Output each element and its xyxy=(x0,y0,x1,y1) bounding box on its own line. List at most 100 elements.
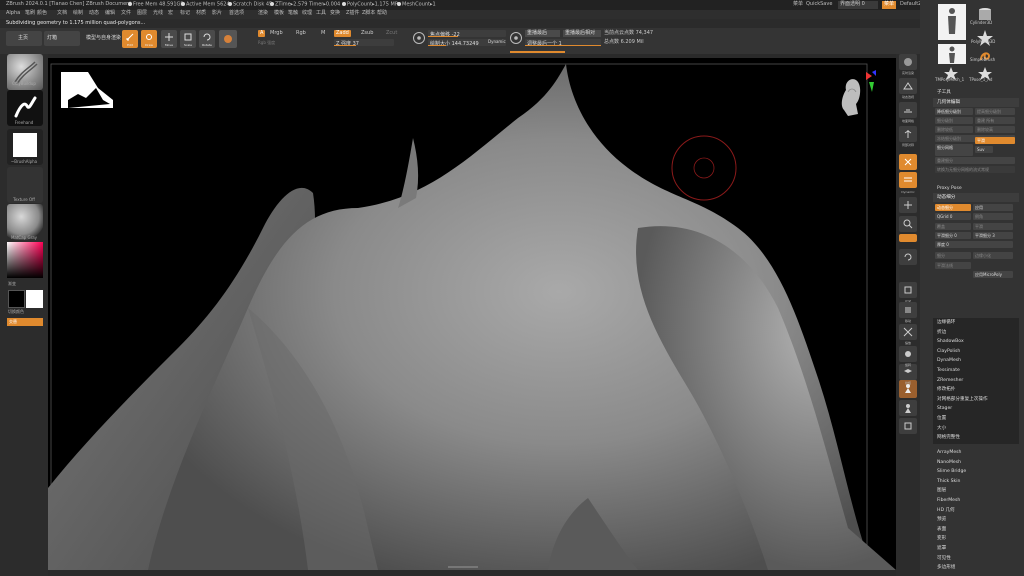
geometry-list-item[interactable]: 位置 xyxy=(933,414,1019,423)
solo-button[interactable] xyxy=(899,346,917,362)
tool-thumb-simplebrush[interactable]: SimpleBrush xyxy=(970,48,998,64)
shadow-button[interactable] xyxy=(899,418,917,434)
xyz-button[interactable] xyxy=(899,154,917,170)
tool-thumb-current[interactable] xyxy=(938,4,966,40)
menu-item[interactable]: 颜色 xyxy=(37,11,47,16)
adjust-last-slider[interactable]: 调整最后一个 1 xyxy=(525,39,601,47)
tool-palette-item[interactable]: 图层 xyxy=(933,486,1019,495)
canvas-viewport[interactable] xyxy=(48,58,896,570)
geometry-header[interactable]: 几何体编辑 xyxy=(933,98,1019,107)
geometry-list-item[interactable]: ClayPolish xyxy=(933,346,1019,356)
subtool-header[interactable]: 子工具 xyxy=(933,88,1019,97)
tool-palette-item[interactable]: 遮罩 xyxy=(933,544,1019,553)
tool-palette-item[interactable]: Thick Skin xyxy=(933,477,1019,486)
quicksave-button[interactable]: QuickSave xyxy=(806,2,832,7)
zadd-toggle[interactable]: Zadd xyxy=(334,30,351,37)
higher-res-button[interactable]: 提高细分级别 xyxy=(975,108,1015,115)
material-sphere-button[interactable] xyxy=(219,30,237,48)
menu-item[interactable]: 工具 xyxy=(316,11,326,16)
apply-dynamic-button[interactable]: 应用 xyxy=(973,204,1013,211)
flat-subdiv-slider[interactable]: 平滑细分 0 xyxy=(935,232,971,239)
menu-item[interactable]: 渲染 xyxy=(258,11,268,16)
del-lower-button[interactable]: 删除较低 xyxy=(935,126,973,133)
secondary-color-swatch[interactable] xyxy=(26,290,43,308)
geometry-list-item[interactable]: 折边 xyxy=(933,327,1019,337)
geometry-list-item[interactable]: ZRemesher xyxy=(933,375,1019,385)
tool-thumb-tmpolymesh[interactable]: TMPolyMesh_1 xyxy=(935,66,964,82)
bpr-render-button[interactable] xyxy=(899,54,917,70)
thickness-slider[interactable]: 厚度 0 xyxy=(935,241,1013,248)
move-button[interactable]: Move xyxy=(161,30,177,48)
zcut-toggle[interactable]: Zcut xyxy=(386,31,397,36)
tool-thumb-tpose[interactable]: TPose_1_Ad xyxy=(969,66,998,82)
smt-toggle[interactable]: 平滑 xyxy=(975,137,1015,144)
lightbox-button[interactable]: 灯箱 xyxy=(44,31,80,46)
z-intensity-slider[interactable]: Z 强度 37 xyxy=(334,39,394,47)
dynamic-subdiv-header[interactable]: 动态细分 xyxy=(933,193,1019,202)
menu-item[interactable]: Z脚本 xyxy=(362,11,375,16)
geometry-list-item[interactable]: DynaMesh xyxy=(933,356,1019,366)
menu-item[interactable]: 纹理 xyxy=(302,11,312,16)
reconstruct-subdiv-button[interactable]: 重建细分 xyxy=(935,157,1015,164)
tool-palette-item[interactable]: HD 几何 xyxy=(933,506,1019,515)
rgb-toggle[interactable]: Rgb xyxy=(296,31,306,36)
tool-thumb-subtool[interactable] xyxy=(938,44,966,64)
menu-item[interactable]: Z插件 xyxy=(346,11,359,16)
divide-button[interactable]: 细分网格 xyxy=(935,144,973,156)
edit-button[interactable]: Edit xyxy=(122,30,138,48)
m-toggle[interactable]: M xyxy=(321,31,325,36)
geometry-list-item[interactable]: ShadowBox xyxy=(933,337,1019,347)
alternate-button[interactable]: 交替 xyxy=(7,318,43,326)
menu-item[interactable]: 动态 xyxy=(89,11,99,16)
projects-button[interactable]: 主页 xyxy=(6,31,42,46)
switch-color-button[interactable]: 切换颜色 xyxy=(8,310,24,314)
smooth-subdiv-slider[interactable]: 平滑细分 3 xyxy=(973,232,1013,239)
menu-item[interactable]: 绘制 xyxy=(73,11,83,16)
a-toggle[interactable]: A xyxy=(258,30,266,37)
proxy-pose-section[interactable]: Proxy Pose xyxy=(933,184,1019,193)
menu-item[interactable]: Alpha xyxy=(6,11,20,16)
zoom-view-button[interactable] xyxy=(899,216,917,232)
move-view-button[interactable] xyxy=(899,197,917,213)
menu-button[interactable]: 菜单 xyxy=(882,1,896,9)
subdiv-section[interactable]: 细分 xyxy=(935,252,971,259)
menus-toggle[interactable]: 菜单 xyxy=(793,2,803,7)
lazy-mouse-button[interactable] xyxy=(413,32,425,44)
focal-shift-slider[interactable]: 焦点偏移 -22 xyxy=(428,30,506,38)
menu-item[interactable]: 文件 xyxy=(121,11,131,16)
zsub-toggle[interactable]: Zsub xyxy=(361,31,373,36)
geometry-list-item[interactable]: 网格完整性 xyxy=(933,433,1019,443)
persp-button[interactable] xyxy=(899,78,917,94)
tool-palette-item[interactable]: 表面 xyxy=(933,525,1019,534)
edge-minimize-toggle[interactable]: 边缘小化 xyxy=(973,252,1013,259)
menu-item[interactable]: 首选项 xyxy=(229,11,244,16)
geometry-list-item[interactable]: 对网格部分重复上次操作 xyxy=(933,394,1019,404)
tool-palette-item[interactable]: 变形 xyxy=(933,534,1019,543)
dynamic-toggle[interactable]: Dynamic xyxy=(488,40,506,44)
frame-button[interactable] xyxy=(899,282,917,298)
sdiv-slider[interactable]: 细分级别 xyxy=(935,117,973,124)
suv-toggle[interactable]: Suv xyxy=(975,146,993,153)
reconstruct-all-button[interactable]: 重建 所有 xyxy=(975,117,1015,124)
polyframe-button[interactable] xyxy=(899,324,917,340)
menu-item[interactable]: 笔触 xyxy=(288,11,298,16)
dynamic-subdiv-toggle[interactable]: 动态细分 xyxy=(935,204,971,211)
tool-thumb-cylinder[interactable]: Cylinder3D xyxy=(970,4,998,25)
apply-micropoly-button[interactable]: 应用MicroPoly xyxy=(973,271,1013,278)
tool-palette-item[interactable]: ArrayMesh xyxy=(933,448,1019,457)
line-fill-toggle[interactable] xyxy=(899,234,917,242)
coverage-slider[interactable]: 覆盖 xyxy=(935,223,971,230)
main-color-swatch[interactable] xyxy=(8,290,25,308)
menu-item[interactable]: 标记 xyxy=(180,11,190,16)
floor-button[interactable] xyxy=(899,102,917,118)
geometry-list-item[interactable]: Tessimate xyxy=(933,366,1019,375)
sym-button[interactable] xyxy=(899,172,917,188)
transparency-slider[interactable]: 界面透明 0 xyxy=(838,1,878,9)
replay-dial-button[interactable] xyxy=(510,32,522,44)
menu-item[interactable]: 笔刷 xyxy=(25,11,35,16)
scale-button[interactable]: Scale xyxy=(180,30,196,48)
geometry-list-item[interactable]: 修改拓扑 xyxy=(933,385,1019,395)
menu-item[interactable]: 文档 xyxy=(57,11,67,16)
rotate-view-button[interactable] xyxy=(899,249,917,265)
local-symmetry-button[interactable] xyxy=(899,126,917,142)
